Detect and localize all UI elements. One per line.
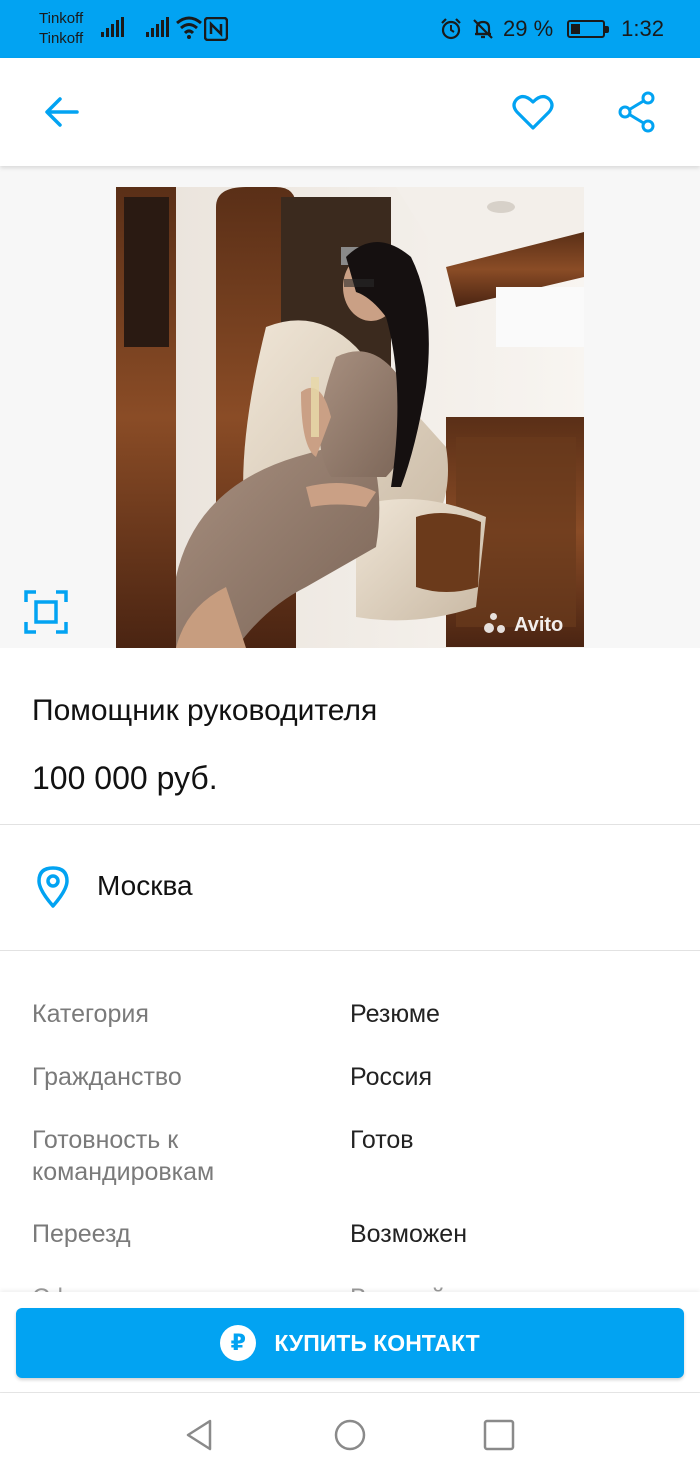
app-bar [0, 58, 700, 166]
divider [0, 824, 700, 825]
buy-contact-label: КУПИТЬ КОНТАКТ [274, 1329, 480, 1356]
avito-logo-icon [484, 613, 510, 637]
param-label-category: Категория [32, 1000, 149, 1028]
param-label-citizenship: Гражданство [32, 1063, 182, 1091]
clock: 1:32 [621, 16, 664, 41]
param-value-relocation: Возможен [350, 1220, 468, 1248]
heart-outline-icon [512, 95, 554, 130]
param-value-citizenship: Россия [350, 1063, 432, 1091]
share-button[interactable] [613, 88, 661, 136]
listing-location[interactable]: Москва [97, 870, 193, 902]
listing-title: Помощник руководителя [32, 694, 378, 727]
share-icon [618, 91, 655, 133]
carrier-1: Tinkoff [39, 10, 84, 27]
signal-icon [146, 17, 169, 37]
nfc-icon [204, 17, 228, 41]
carrier-2: Tinkoff [39, 30, 84, 47]
listing-photo-image [116, 187, 584, 648]
fullscreen-icon [24, 590, 68, 634]
nav-recents-icon[interactable] [481, 1417, 517, 1453]
divider [0, 950, 700, 951]
param-label-relocation: Переезд [32, 1220, 131, 1248]
mute-notifications-icon [473, 19, 493, 39]
battery-icon [567, 20, 610, 38]
alarm-icon [441, 18, 461, 40]
param-value-category: Резюме [350, 1000, 440, 1028]
avito-watermark: Avito [484, 613, 563, 637]
photo-gallery[interactable] [0, 166, 700, 648]
system-nav-bar [0, 1392, 700, 1477]
location-pin-icon [37, 866, 69, 908]
param-value-travel-readiness: Готов [350, 1126, 414, 1154]
listing-price: 100 000 руб. [32, 760, 218, 796]
fullscreen-button[interactable] [22, 588, 70, 636]
battery-fill [571, 24, 581, 34]
signal-icon [101, 17, 124, 37]
carrier-names: Tinkoff Tinkoff [39, 9, 83, 49]
param-label-travel-readiness: Готовность к командировкам [32, 1126, 215, 1186]
favorite-button[interactable] [509, 88, 557, 136]
status-right: 29 % 1:32 [439, 14, 664, 44]
back-button[interactable] [38, 88, 86, 136]
watermark-text: Avito [514, 613, 564, 636]
listing-photo[interactable] [116, 187, 584, 648]
nav-home-icon[interactable] [332, 1417, 368, 1453]
battery-percent: 29 % [503, 16, 554, 41]
wifi-icon [176, 16, 202, 39]
ruble-icon: ₽ [220, 1325, 257, 1361]
status-bar: Tinkoff Tinkoff 29 % 1:32 [0, 0, 700, 58]
arrow-left-icon [45, 97, 79, 127]
nav-back-icon[interactable] [182, 1417, 218, 1453]
buy-contact-bar: ₽ КУПИТЬ КОНТАКТ [0, 1292, 700, 1392]
buy-contact-button[interactable]: ₽ КУПИТЬ КОНТАКТ [16, 1308, 684, 1378]
